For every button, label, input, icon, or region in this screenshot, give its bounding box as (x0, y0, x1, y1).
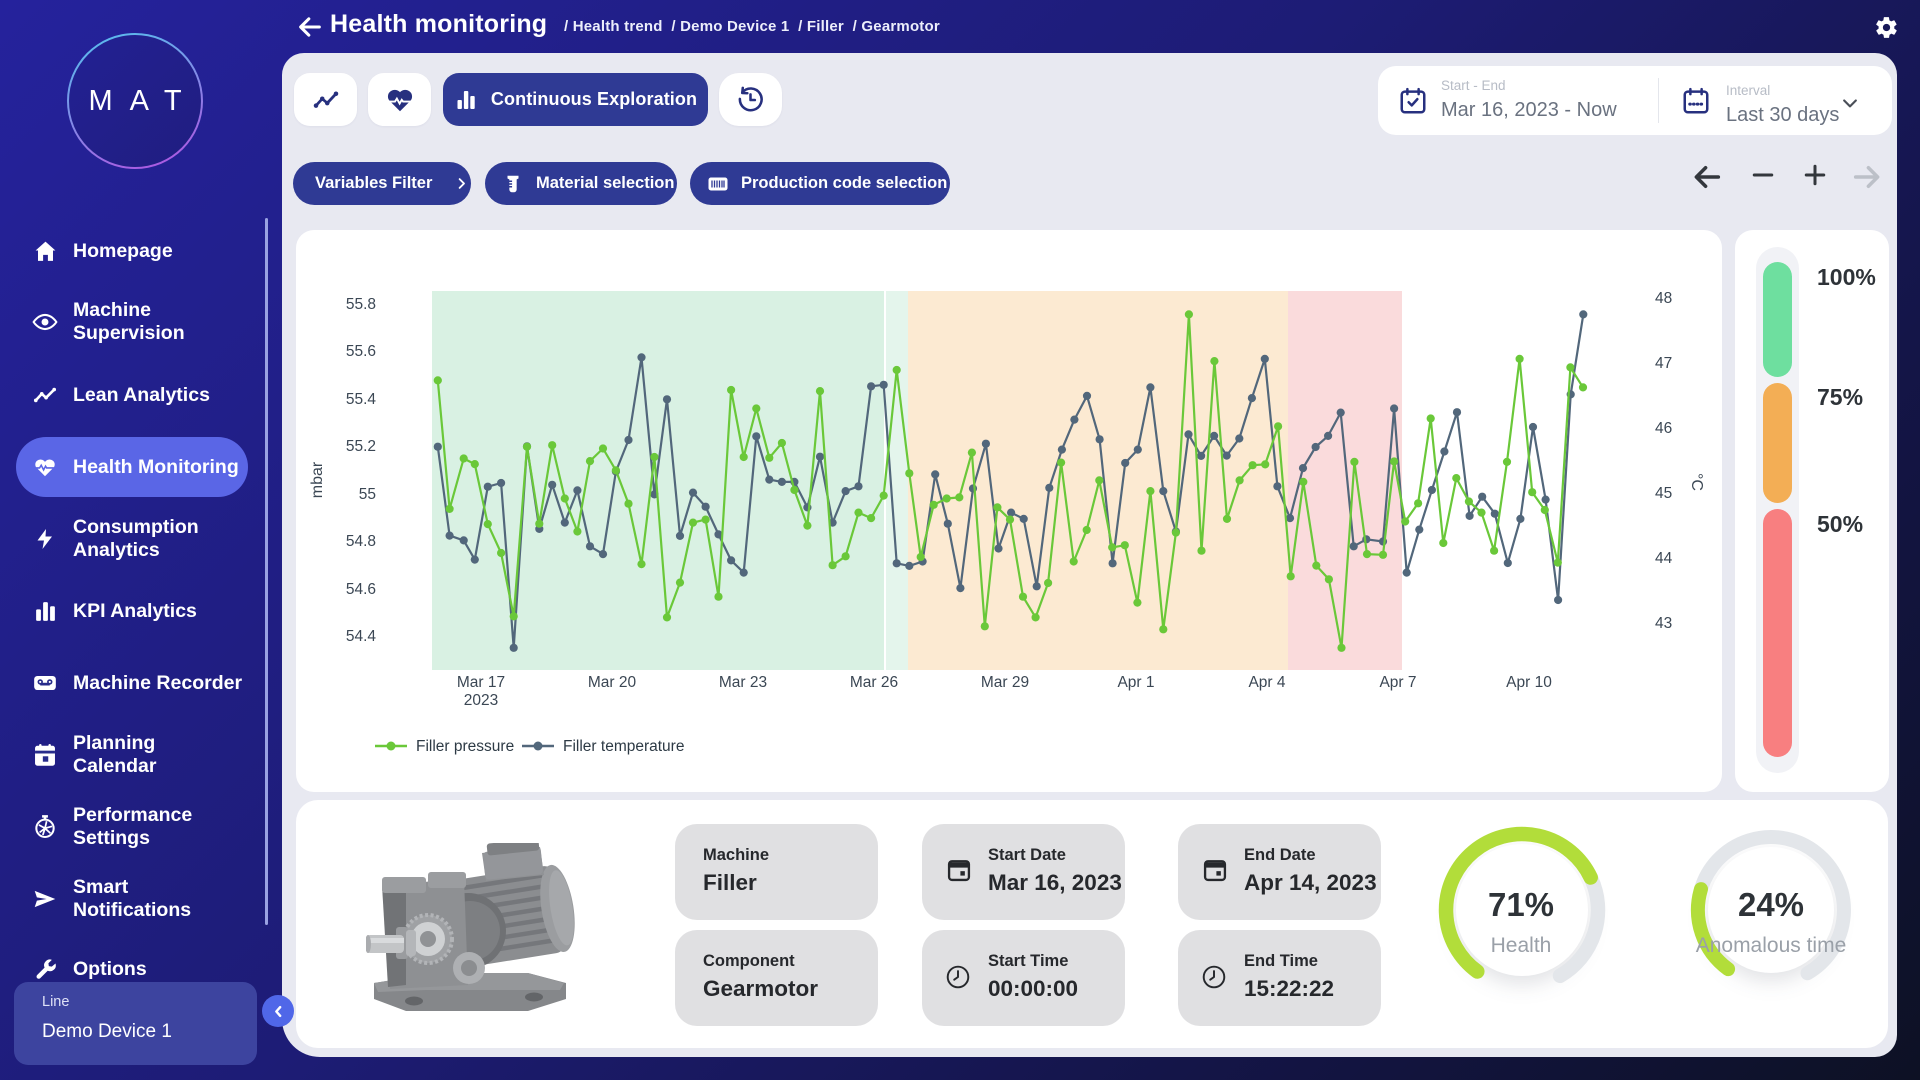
svg-text:55.4: 55.4 (346, 391, 377, 408)
svg-text:Mar 26: Mar 26 (850, 674, 898, 691)
svg-text:55: 55 (359, 486, 376, 503)
svg-text:54.4: 54.4 (346, 628, 377, 645)
svg-text:Apr 7: Apr 7 (1379, 674, 1416, 691)
svg-text:°C: °C (1688, 473, 1705, 491)
svg-text:Apr 1: Apr 1 (1117, 674, 1154, 691)
svg-text:Mar 29: Mar 29 (981, 674, 1029, 691)
svg-text:Mar 17: Mar 17 (457, 674, 505, 691)
svg-text:Filler temperature: Filler temperature (563, 738, 684, 755)
svg-text:Apr 4: Apr 4 (1248, 674, 1285, 691)
svg-text:46: 46 (1655, 420, 1672, 437)
svg-text:Mar 23: Mar 23 (719, 674, 767, 691)
svg-text:45: 45 (1655, 485, 1672, 502)
svg-text:55.2: 55.2 (346, 438, 376, 455)
svg-text:55.6: 55.6 (346, 343, 376, 360)
svg-text:48: 48 (1655, 290, 1672, 307)
svg-text:44: 44 (1655, 550, 1673, 567)
svg-text:Filler pressure: Filler pressure (416, 738, 514, 755)
svg-text:47: 47 (1655, 355, 1672, 372)
svg-text:2023: 2023 (464, 692, 498, 709)
svg-text:mbar: mbar (309, 461, 326, 498)
svg-text:Mar 20: Mar 20 (588, 674, 637, 691)
svg-text:43: 43 (1655, 615, 1672, 632)
svg-text:Apr 10: Apr 10 (1506, 674, 1552, 691)
svg-text:54.6: 54.6 (346, 581, 376, 598)
svg-text:54.8: 54.8 (346, 533, 376, 550)
svg-text:55.8: 55.8 (346, 296, 376, 313)
